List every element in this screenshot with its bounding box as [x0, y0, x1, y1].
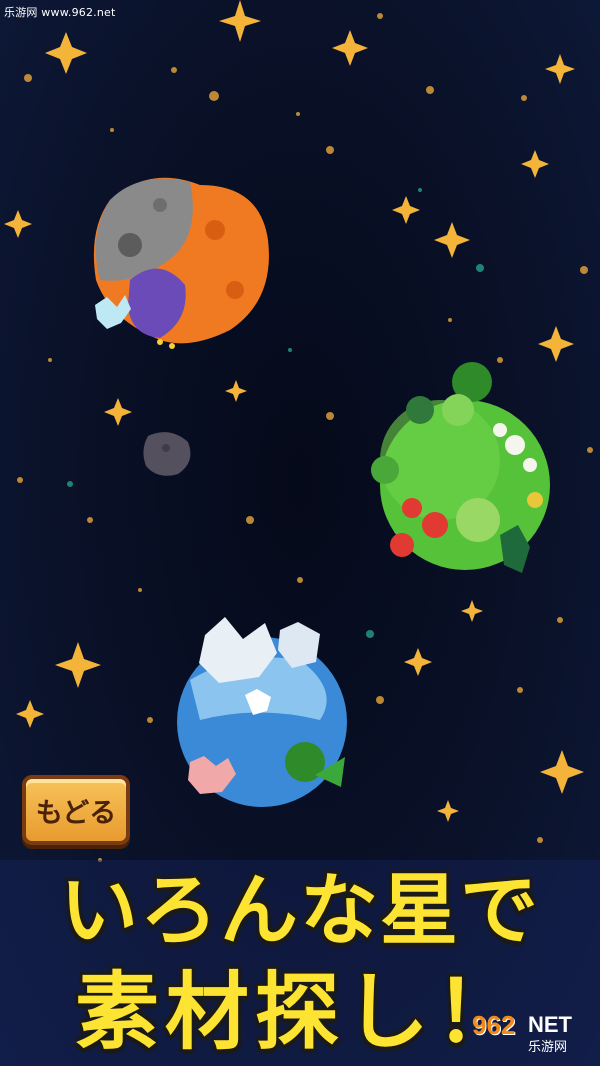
- star-icon: [538, 326, 574, 362]
- star-icon: [104, 398, 132, 426]
- star-icon: [521, 150, 549, 178]
- watermark-top-text: 乐游网 www.962.net: [4, 6, 116, 19]
- star-icon: [16, 700, 44, 728]
- star-icon: [540, 750, 584, 794]
- star-icon: [332, 30, 368, 66]
- watermark-logo: 962 NET 乐游网: [472, 1010, 592, 1056]
- star-icon: [45, 32, 87, 74]
- back-button-label: もどる: [35, 797, 117, 829]
- watermark-logo-number: 962: [472, 1010, 516, 1040]
- star-icon: [4, 210, 32, 238]
- game-screen: 乐游网 www.962.net もどる いろんな星で 素材探し！ 962 NET…: [0, 0, 600, 1066]
- green-forest-planet[interactable]: [371, 362, 550, 573]
- star-icon: [55, 642, 101, 688]
- star-icon: [434, 222, 470, 258]
- headline-line-1: いろんな星で: [59, 866, 540, 956]
- star-icon: [219, 0, 261, 42]
- small-asteroid[interactable]: [143, 432, 191, 476]
- star-icon: [437, 800, 459, 822]
- back-button[interactable]: もどる: [22, 775, 130, 845]
- star-icon: [225, 380, 247, 402]
- rocky-asteroid-planet[interactable]: [93, 177, 269, 349]
- watermark-logo-suffix: NET: [528, 1012, 572, 1037]
- star-icon: [545, 54, 575, 84]
- ice-ocean-planet[interactable]: [177, 617, 347, 807]
- star-icon: [404, 648, 432, 676]
- star-icon: [461, 600, 483, 622]
- watermark-logo-chinese: 乐游网: [528, 1040, 568, 1055]
- star-icon: [392, 196, 420, 224]
